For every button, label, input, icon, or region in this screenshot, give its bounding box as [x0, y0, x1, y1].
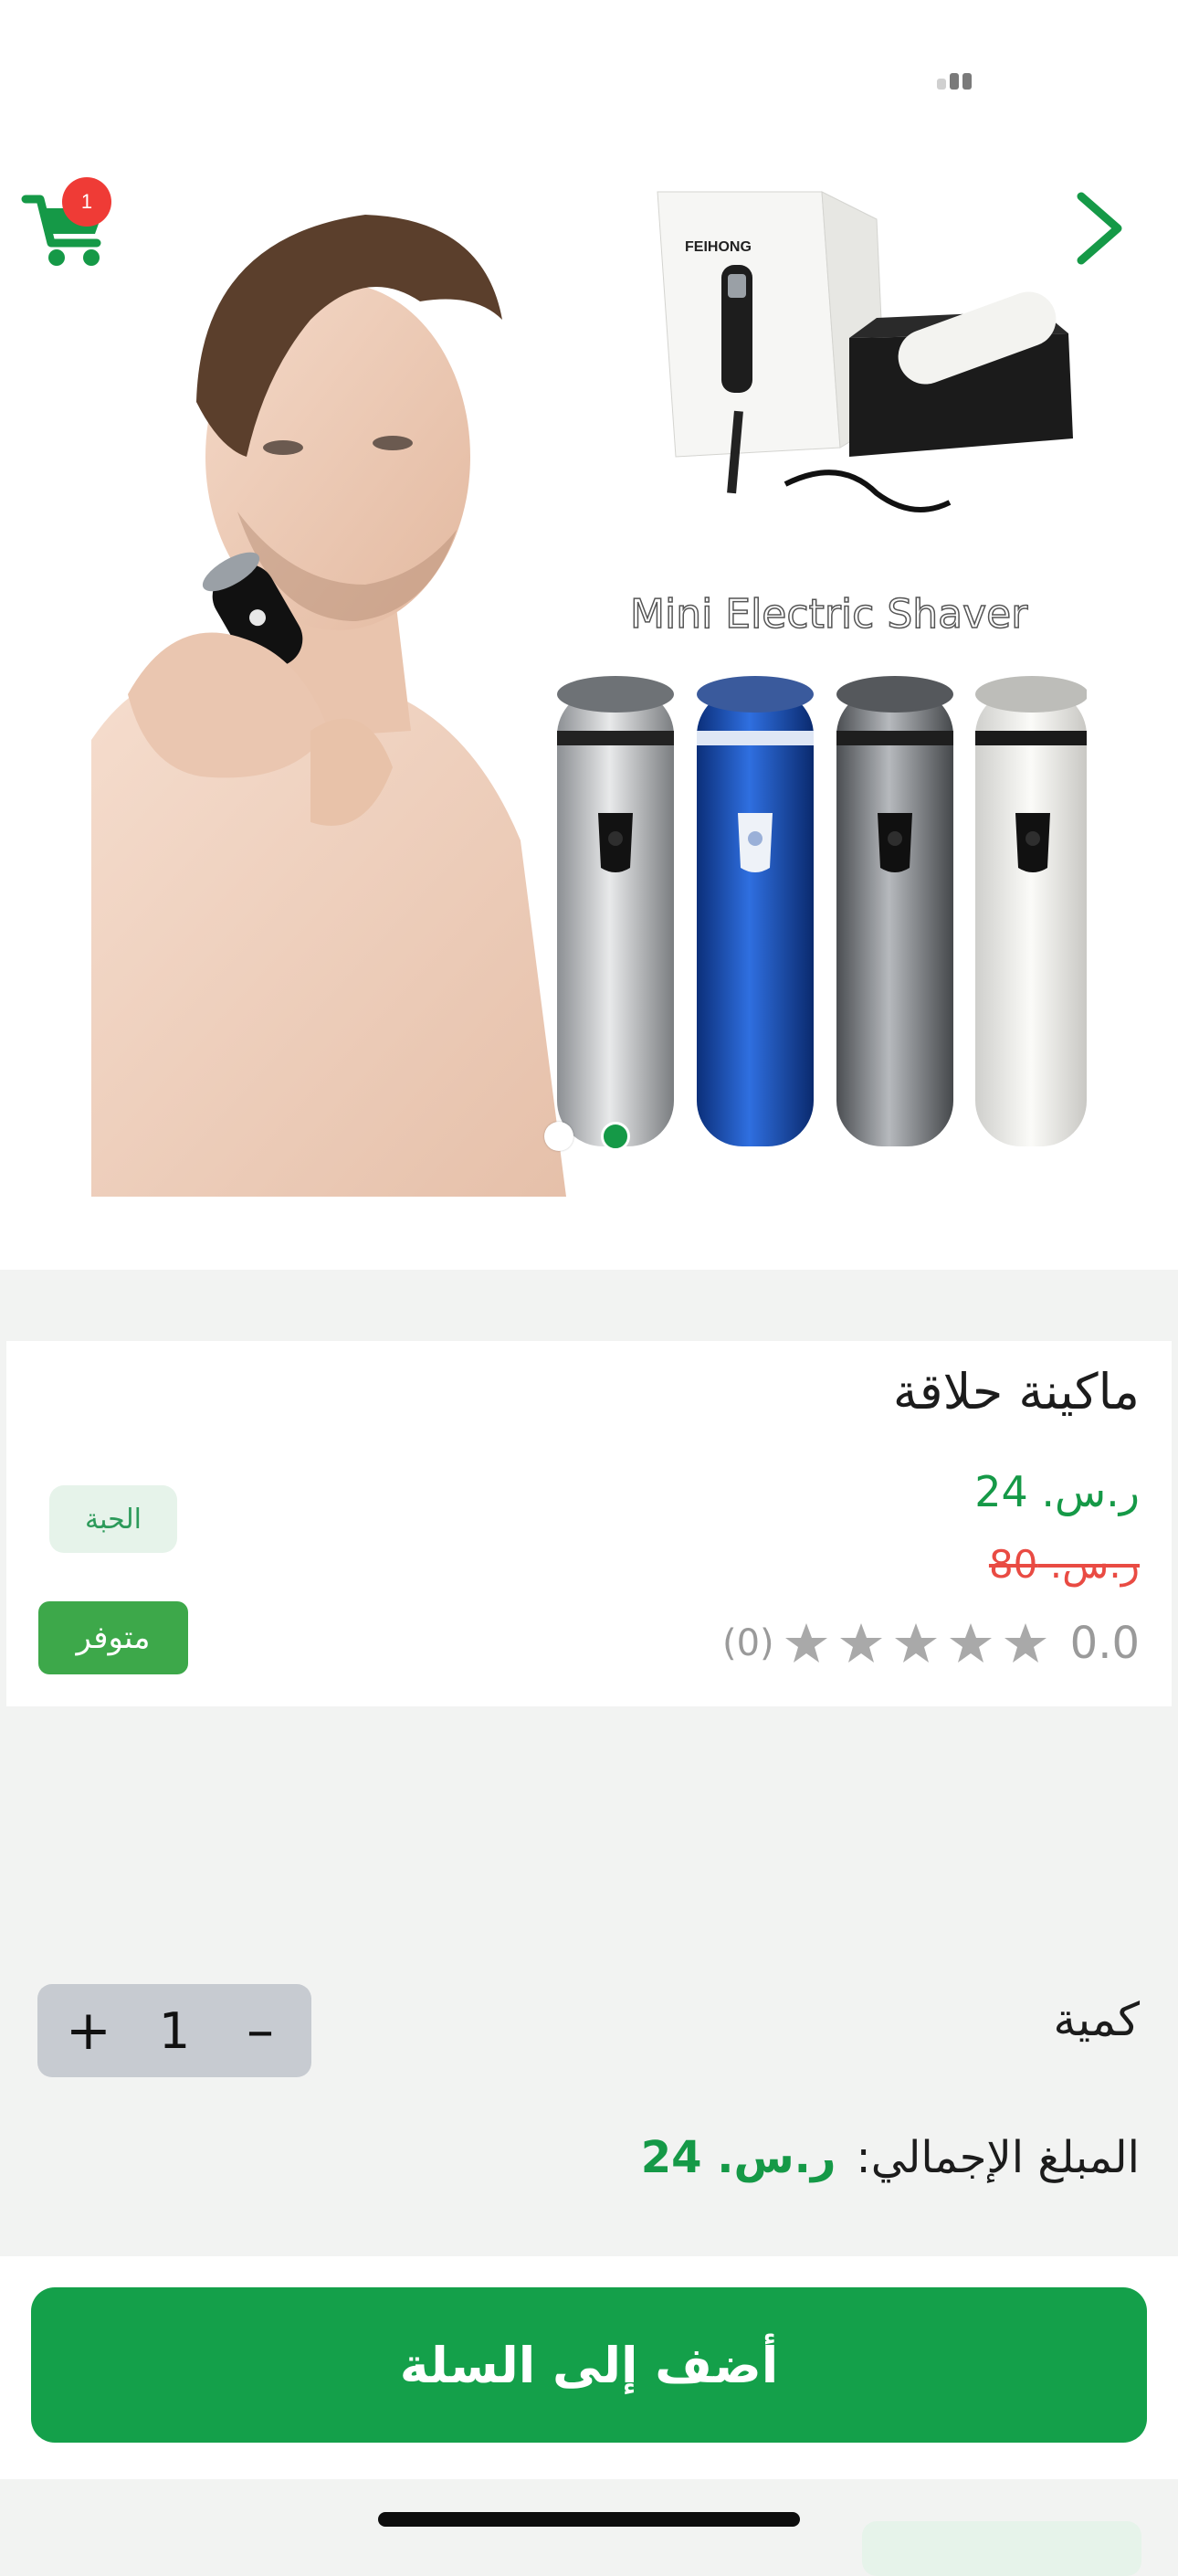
plus-icon: + [65, 1999, 112, 2063]
home-indicator [378, 2512, 800, 2527]
star-icon [839, 1623, 882, 1663]
star-icon [894, 1623, 937, 1663]
add-to-cart-button[interactable]: أضف إلى السلة [31, 2287, 1147, 2443]
product-photo: FEIHONG Mini Electric Shaver [91, 191, 1087, 1197]
quantity-value[interactable]: 1 [159, 2002, 190, 2060]
chevron-right-icon [1077, 192, 1122, 265]
brand-label: FEIHONG [685, 239, 752, 255]
cart-badge: 1 [62, 177, 111, 227]
decrease-button[interactable]: – [228, 1999, 292, 2063]
total-label: المبلغ الإجمالي: [856, 2132, 1140, 2183]
availability-badge: متوفر [38, 1601, 188, 1674]
product-image[interactable]: FEIHONG Mini Electric Shaver [91, 183, 1087, 1197]
quantity-stepper: + 1 – [37, 1984, 311, 2077]
minus-icon: – [247, 1999, 275, 2063]
description-label: وصف [731, 2234, 868, 2256]
star-icon [949, 1623, 992, 1663]
rating-count: (0) [721, 1622, 774, 1664]
image-caption: Mini Electric Shaver [630, 591, 1028, 638]
status-indicator [937, 69, 977, 93]
increase-button[interactable]: + [57, 1999, 121, 2063]
image-dot-2[interactable] [601, 1122, 630, 1151]
rating-value: 0.0 [1069, 1618, 1140, 1669]
total-row: المبلغ الإجمالي: ر.س. 24 [641, 2132, 1140, 2183]
quantity-label: كمية [1053, 1993, 1140, 2046]
star-icon [1004, 1623, 1047, 1663]
product-name: ماكينة حلاقة [892, 1363, 1140, 1420]
total-value: ر.س. 24 [640, 2132, 836, 2183]
offer-tag [862, 2521, 1141, 2576]
unit-badge: الحبة [49, 1485, 177, 1553]
star-icon [784, 1623, 827, 1663]
product-price: ر.س. 24 [974, 1467, 1140, 1516]
forward-button[interactable] [1068, 187, 1132, 269]
product-old-price: ر.س. 80 [988, 1542, 1140, 1587]
image-dot-1[interactable] [544, 1122, 573, 1151]
rating-row: (0) 0.0 [722, 1611, 1140, 1675]
